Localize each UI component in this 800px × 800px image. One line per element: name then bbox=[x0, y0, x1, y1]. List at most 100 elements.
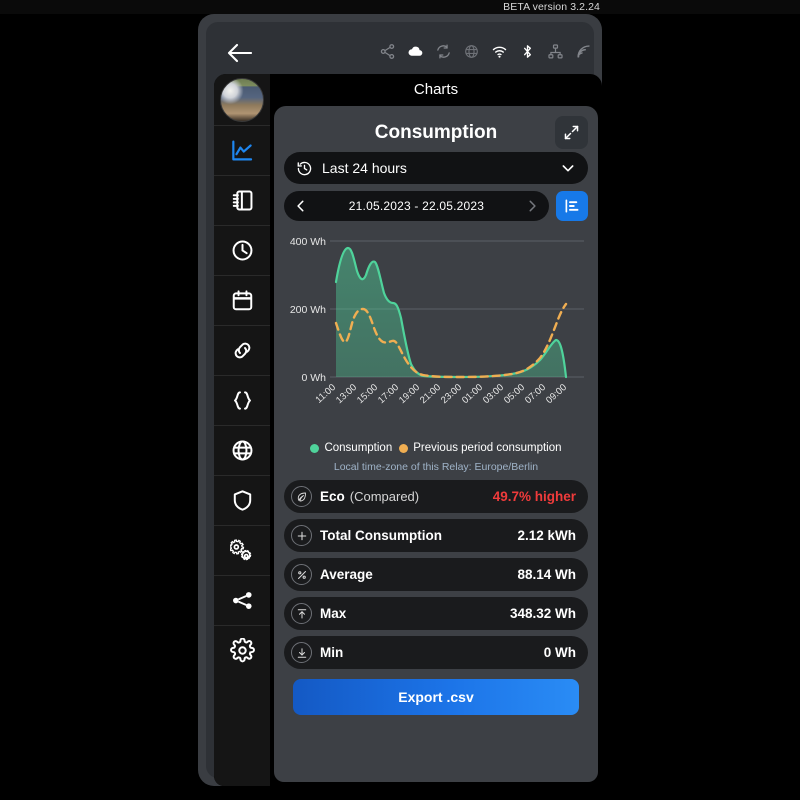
legend-item: Consumption bbox=[310, 442, 392, 454]
sidebar-item-security[interactable] bbox=[214, 475, 270, 525]
date-nav-row: 21.05.2023 - 22.05.2023 bbox=[284, 191, 588, 221]
app-body: Charts Consumption Last 24 hours 21.05.2… bbox=[214, 74, 602, 786]
stat-row-average[interactable]: Average 88.14 Wh bbox=[284, 558, 588, 591]
bluetooth-icon[interactable] bbox=[519, 43, 536, 60]
svg-text:11:00: 11:00 bbox=[313, 382, 338, 406]
arrow-up-icon bbox=[291, 603, 312, 624]
arrow-down-icon bbox=[291, 642, 312, 663]
share-nodes-icon[interactable] bbox=[379, 43, 396, 60]
stat-row-max[interactable]: Max 348.32 Wh bbox=[284, 597, 588, 630]
gears-icon bbox=[229, 539, 251, 561]
expand-button[interactable] bbox=[555, 116, 588, 149]
back-arrow-icon[interactable] bbox=[226, 42, 253, 64]
stat-sublabel: (Compared) bbox=[349, 489, 420, 504]
stat-value: 49.7% higher bbox=[492, 489, 576, 504]
export-csv-button[interactable]: Export .csv bbox=[293, 679, 579, 715]
page-title: Charts bbox=[413, 81, 459, 98]
sidebar-item-schedule[interactable] bbox=[214, 225, 270, 275]
legend-dot-consumption bbox=[310, 443, 320, 453]
share-icon bbox=[232, 592, 252, 609]
tablet-screen: Charts Consumption Last 24 hours 21.05.2… bbox=[206, 22, 602, 786]
sidebar-item-settings[interactable] bbox=[214, 625, 270, 675]
chevron-down-icon bbox=[562, 165, 574, 172]
svg-text:05:00: 05:00 bbox=[502, 382, 527, 406]
chevron-left-icon[interactable] bbox=[294, 199, 308, 213]
panel-header: Consumption bbox=[284, 114, 588, 152]
svg-text:01:00: 01:00 bbox=[460, 382, 485, 406]
legend-item: Previous period consumption bbox=[399, 442, 562, 454]
plus-icon bbox=[291, 525, 312, 546]
stat-label: Average bbox=[320, 567, 373, 582]
legend-label: Consumption bbox=[324, 442, 393, 454]
stat-value: 88.14 Wh bbox=[517, 567, 576, 582]
bar-chart-icon bbox=[565, 199, 579, 213]
date-range-nav: 21.05.2023 - 22.05.2023 bbox=[284, 191, 549, 221]
sync-icon[interactable] bbox=[435, 43, 452, 60]
sidebar-item-links[interactable] bbox=[214, 325, 270, 375]
svg-text:21:00: 21:00 bbox=[418, 382, 443, 406]
sidebar-item-automation[interactable] bbox=[214, 525, 270, 575]
svg-text:200 Wh: 200 Wh bbox=[290, 304, 326, 316]
chart-type-button[interactable] bbox=[556, 191, 588, 221]
stat-label: Eco bbox=[320, 489, 345, 504]
notebook-icon bbox=[232, 190, 252, 211]
sidebar-item-network[interactable] bbox=[214, 425, 270, 475]
stat-row-total-consumption[interactable]: Total Consumption 2.12 kWh bbox=[284, 519, 588, 552]
beta-banner: BETA version 3.2.24 bbox=[0, 0, 800, 14]
percent-icon bbox=[291, 564, 312, 585]
sidebar-item-calendar[interactable] bbox=[214, 275, 270, 325]
status-bar bbox=[214, 30, 602, 76]
svg-text:17:00: 17:00 bbox=[376, 382, 401, 406]
tablet-frame: Charts Consumption Last 24 hours 21.05.2… bbox=[198, 14, 602, 786]
sidebar-item-code[interactable] bbox=[214, 375, 270, 425]
globe-icon bbox=[232, 440, 252, 461]
network-icon[interactable] bbox=[547, 43, 564, 60]
stat-row-eco[interactable]: Eco (Compared) 49.7% higher bbox=[284, 480, 588, 513]
time-range-value: Last 24 hours bbox=[322, 160, 407, 176]
calendar-icon bbox=[232, 290, 252, 311]
consumption-panel: Consumption Last 24 hours 21.05.2023 - 2… bbox=[274, 106, 598, 782]
stat-value: 2.12 kWh bbox=[517, 528, 576, 543]
status-icon-group bbox=[379, 43, 592, 60]
panel-title: Consumption bbox=[374, 122, 498, 143]
consumption-chart: 400 Wh 200 Wh 0 Wh 11:00 13:00 15:00 17:… bbox=[284, 230, 588, 438]
user-avatar[interactable] bbox=[220, 78, 264, 122]
svg-text:400 Wh: 400 Wh bbox=[290, 236, 326, 248]
stat-label: Total Consumption bbox=[320, 528, 442, 543]
signal-icon[interactable] bbox=[575, 43, 592, 60]
chart-legend: Consumption Previous period consumption bbox=[284, 440, 588, 456]
screen-root: BETA version 3.2.24 Charts Consumption L… bbox=[0, 0, 800, 800]
svg-text:0 Wh: 0 Wh bbox=[301, 372, 326, 384]
stat-row-min[interactable]: Min 0 Wh bbox=[284, 636, 588, 669]
beta-version-text: BETA version 3.2.24 bbox=[503, 1, 600, 13]
line-chart-icon bbox=[231, 140, 252, 161]
gear-icon bbox=[229, 638, 255, 663]
leaf-icon bbox=[291, 486, 312, 507]
globe-icon[interactable] bbox=[463, 43, 480, 60]
svg-text:09:00: 09:00 bbox=[544, 382, 569, 406]
sidebar-item-share[interactable] bbox=[214, 575, 270, 625]
svg-text:03:00: 03:00 bbox=[481, 382, 506, 406]
stat-value: 348.32 Wh bbox=[509, 606, 576, 621]
clock-icon bbox=[232, 240, 252, 261]
stat-label: Min bbox=[320, 645, 344, 660]
chevron-right-icon[interactable] bbox=[525, 199, 539, 213]
svg-text:23:00: 23:00 bbox=[439, 382, 464, 406]
history-icon bbox=[297, 161, 312, 175]
wifi-icon[interactable] bbox=[491, 43, 508, 60]
cloud-icon[interactable] bbox=[407, 43, 424, 60]
sidebar-item-charts[interactable] bbox=[214, 125, 270, 175]
legend-dot-previous bbox=[399, 443, 409, 453]
link-icon bbox=[234, 342, 250, 359]
svg-text:19:00: 19:00 bbox=[397, 382, 422, 406]
chart-y-labels: 400 Wh 200 Wh 0 Wh bbox=[290, 236, 326, 384]
timezone-note: Local time-zone of this Relay: Europe/Be… bbox=[333, 461, 539, 473]
chart-x-labels: 11:00 13:00 15:00 17:00 19:00 21:00 23:0… bbox=[313, 382, 569, 406]
main-content: Charts Consumption Last 24 hours 21.05.2… bbox=[270, 74, 602, 786]
consumption-area bbox=[336, 248, 566, 377]
date-range-text: 21.05.2023 - 22.05.2023 bbox=[348, 199, 485, 213]
sidebar-item-logbook[interactable] bbox=[214, 175, 270, 225]
stat-label: Max bbox=[320, 606, 347, 621]
time-range-select[interactable]: Last 24 hours bbox=[284, 152, 588, 184]
svg-text:15:00: 15:00 bbox=[355, 382, 380, 406]
